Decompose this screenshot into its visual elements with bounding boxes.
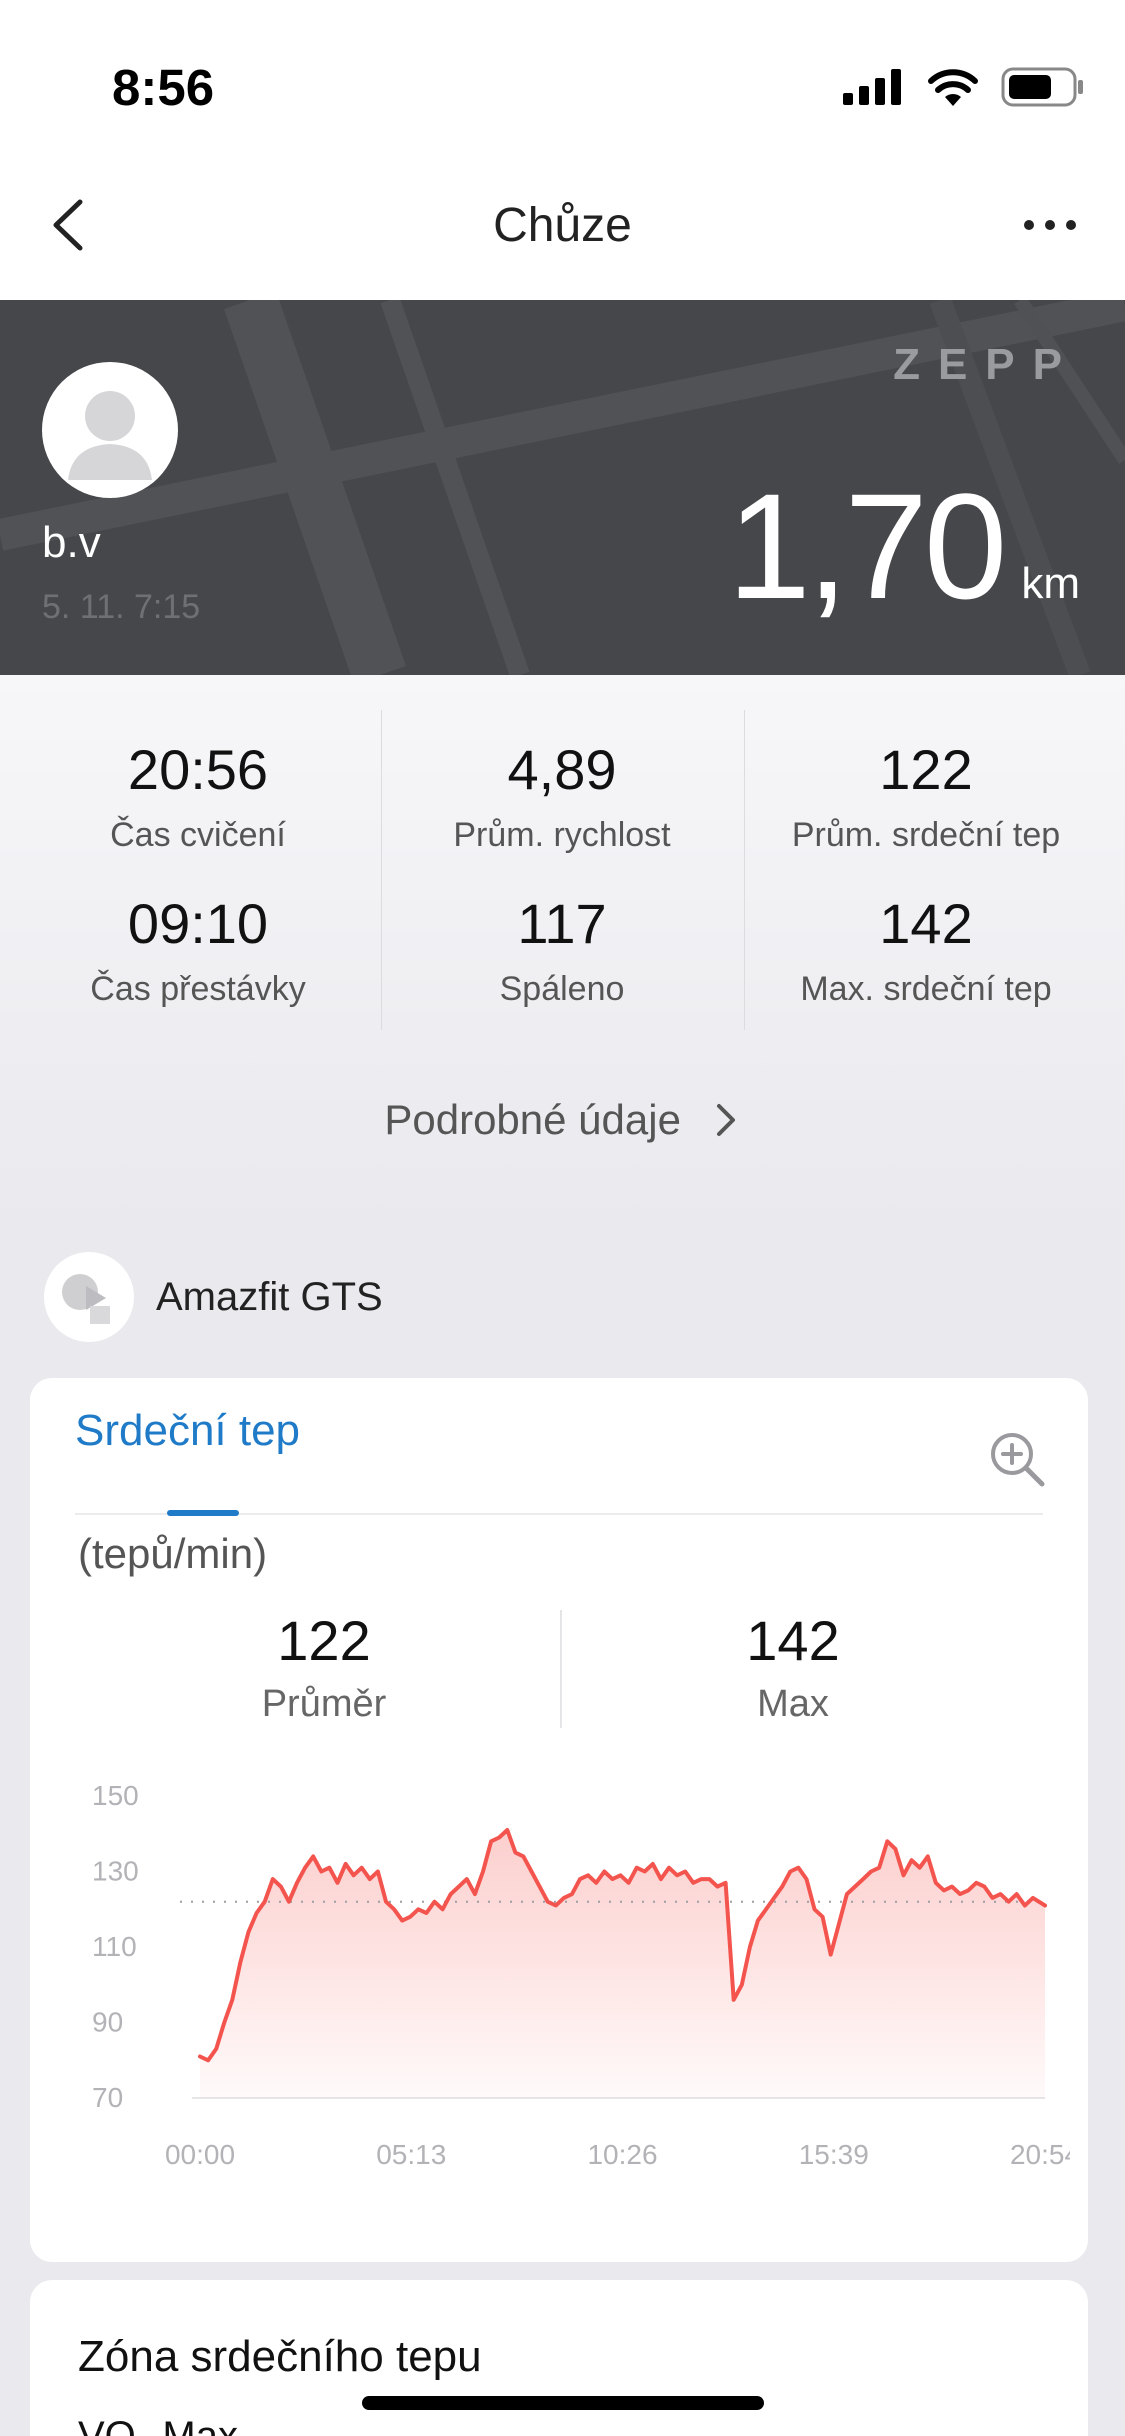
tab-heart-rate[interactable]: Srdeční tep (75, 1406, 300, 1456)
stat-value: 09:10 (127, 892, 269, 955)
hr-average-stat: 122 Průměr (174, 1608, 474, 1726)
hr-average-label: Průměr (261, 1683, 387, 1725)
stat-label: Čas přestávky (90, 970, 306, 1008)
x-tick-label: 20:54 (1010, 2139, 1070, 2170)
y-tick-label: 110 (92, 1931, 137, 1962)
stat-average-speed: 4,89 Prům. rychlost (382, 737, 742, 855)
x-tick-label: 05:13 (376, 2139, 446, 2170)
status-time: 8:56 (112, 59, 215, 116)
stat-label: Prům. rychlost (453, 816, 671, 854)
heart-rate-unit: (tepů/min) (78, 1530, 268, 1577)
device-name: Amazfit GTS (156, 1274, 383, 1319)
stat-value: 142 (879, 892, 973, 955)
zone-title: Zóna srdečního tepu (78, 2332, 482, 2381)
stat-max-heart-rate: 142 Max. srdeční tep (746, 891, 1106, 1009)
zoom-in-icon[interactable] (988, 1430, 1046, 1488)
distance-unit: km (1021, 559, 1080, 608)
heart-rate-zone-card: Zóna srdečního tepu VO₂ Max (30, 2280, 1088, 2436)
status-bar: 8:56 (0, 0, 1125, 150)
tab-active-indicator (167, 1510, 239, 1516)
y-tick-label: 90 (92, 2007, 123, 2038)
details-link[interactable]: Podrobné údaje (0, 1096, 1125, 1144)
stat-value: 4,89 (507, 738, 617, 801)
zepp-logo: ZEPP (893, 340, 1080, 389)
status-icons (843, 62, 1085, 112)
stat-label: Spáleno (499, 970, 625, 1008)
stat-label: Prům. srdeční tep (791, 816, 1061, 854)
user-name: b.v (42, 518, 101, 567)
stat-value: 122 (879, 738, 973, 801)
hr-max-label: Max (757, 1683, 829, 1725)
activity-date: 5. 11. 7:15 (42, 588, 201, 626)
stat-pause-time: 09:10 Čas přestávky (18, 891, 378, 1009)
distance-value: 1,70 (727, 462, 1007, 630)
avatar[interactable] (42, 362, 178, 498)
column-divider (744, 710, 745, 1030)
wifi-icon (928, 69, 978, 106)
stat-label: Max. srdeční tep (800, 970, 1052, 1008)
home-indicator (362, 2396, 764, 2410)
stat-average-heart-rate: 122 Prům. srdeční tep (746, 737, 1106, 855)
y-tick-label: 70 (92, 2082, 123, 2113)
x-tick-label: 15:39 (799, 2139, 869, 2170)
stat-value: 20:56 (127, 738, 269, 801)
amazfit-logo-icon (62, 1274, 110, 1324)
stat-calories-burned: 117 Spáleno (382, 891, 742, 1009)
hr-average-value: 122 (277, 1609, 371, 1672)
chevron-right-icon (716, 1104, 735, 1136)
more-options-icon[interactable] (1015, 210, 1085, 240)
user-silhouette-icon (68, 391, 152, 480)
zone-subtitle: VO₂ Max (78, 2414, 238, 2436)
stat-exercise-time: 20:56 Čas cvičení (18, 737, 378, 855)
nav-bar: Chůze (0, 150, 1125, 300)
activity-hero-banner: ZEPP b.v 5. 11. 7:15 1,70 km (0, 300, 1125, 675)
y-tick-label: 130 (92, 1856, 139, 1887)
device-row: Amazfit GTS (44, 1252, 383, 1342)
x-tick-label: 10:26 (587, 2139, 657, 2170)
x-tick-label: 00:00 (165, 2139, 235, 2170)
stat-label: Čas cvičení (110, 816, 286, 854)
page-title: Chůze (493, 199, 632, 252)
hr-max-stat: 142 Max (643, 1608, 943, 1726)
cellular-signal-icon (843, 69, 901, 105)
distance-display: 1,70 km (727, 460, 1080, 633)
hr-max-value: 142 (746, 1609, 840, 1672)
heart-rate-chart: 150 130 110 90 70 00:00 05:13 10:26 15:39 20:54 (92, 1780, 1070, 2170)
battery-icon (1001, 67, 1083, 107)
device-icon (44, 1252, 134, 1342)
details-link-label: Podrobné údaje (384, 1096, 681, 1143)
hr-stat-divider (560, 1610, 562, 1728)
y-tick-label: 150 (92, 1780, 139, 1811)
stat-value: 117 (517, 892, 607, 955)
heart-rate-card: Srdeční tep (tepů/min) 122 Průměr 142 Ma… (30, 1378, 1088, 2262)
